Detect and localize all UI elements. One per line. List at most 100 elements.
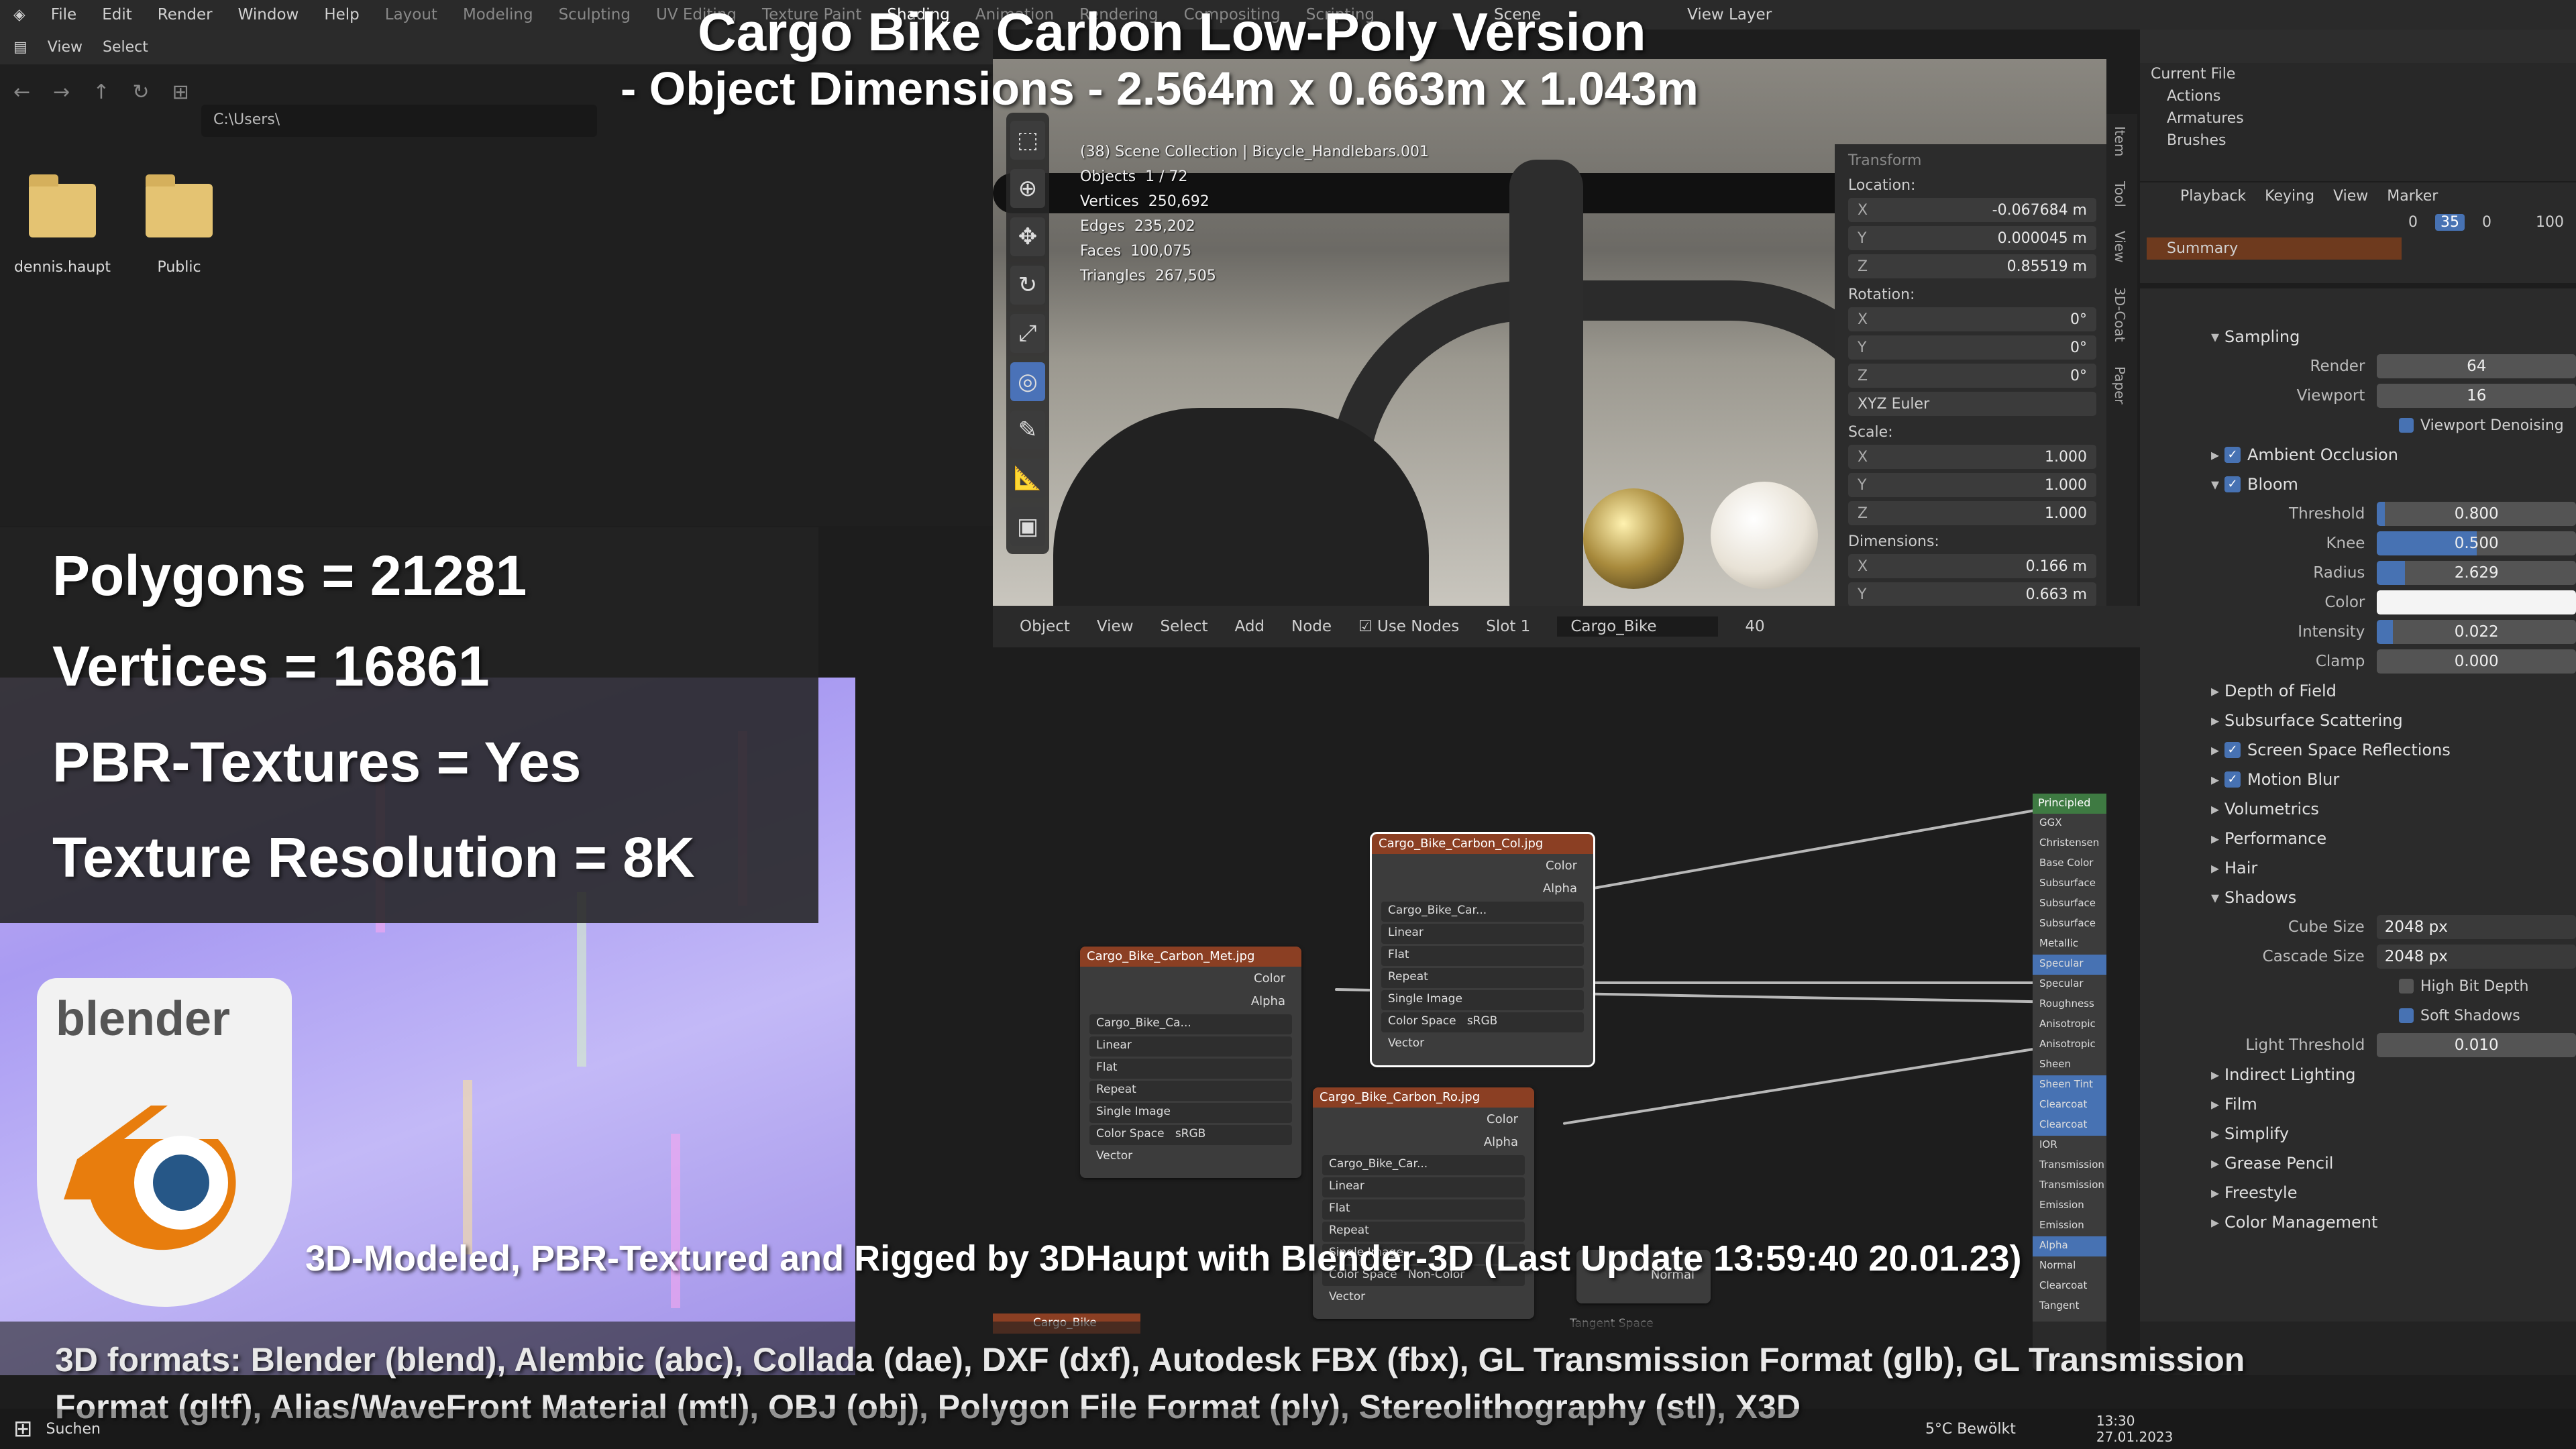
blender-menu-icon[interactable]: ◈ <box>13 6 25 23</box>
viewport-denoising-checkbox[interactable] <box>2399 418 2414 433</box>
tab-paper[interactable]: Paper <box>2106 354 2133 417</box>
viewport-samples-field[interactable]: 16 <box>2377 384 2576 408</box>
high-bit-depth-checkbox[interactable] <box>2399 979 2414 994</box>
bsdf-input-metallic[interactable]: Metallic <box>2033 934 2106 955</box>
tab-sculpting[interactable]: Sculpting <box>559 6 631 23</box>
current-frame[interactable]: 35 <box>2435 214 2465 231</box>
back-arrow-icon[interactable]: ← <box>13 80 30 104</box>
bloom-color-swatch[interactable] <box>2377 590 2576 614</box>
new-folder-icon[interactable]: ⊞ <box>172 80 189 104</box>
section-film[interactable]: ▸ Film <box>2171 1089 2576 1119</box>
windows-start-icon[interactable]: ⊞ <box>13 1415 33 1442</box>
scale-x-field[interactable]: X 1.000 <box>1848 445 2096 469</box>
principled-bsdf-node[interactable]: Principled GGX Christensen Base Color Su… <box>2033 794 2106 1371</box>
tab-modeling[interactable]: Modeling <box>463 6 533 23</box>
dimension-y-field[interactable]: Y 0.663 m <box>1848 582 2096 606</box>
add-cube-tool-icon[interactable]: ▣ <box>1010 507 1045 546</box>
interpolation-dropdown[interactable]: Linear <box>1381 924 1584 944</box>
bsdf-input[interactable]: Transmission <box>2033 1156 2106 1176</box>
parent-dir-icon[interactable]: ↑ <box>93 80 109 104</box>
extension-dropdown[interactable]: Repeat <box>1381 968 1584 988</box>
location-z-field[interactable]: Z 0.85519 m <box>1848 254 2096 278</box>
bloom-threshold-field[interactable]: 0.800 <box>2377 502 2576 526</box>
bloom-clamp-field[interactable]: 0.000 <box>2377 649 2576 674</box>
bsdf-input[interactable]: Subsurface <box>2033 914 2106 934</box>
output-color[interactable]: Color <box>1372 854 1593 877</box>
folder-item-public[interactable]: Public <box>129 174 229 276</box>
image-texture-node-roughness[interactable]: Cargo_Bike_Carbon_Ro.jpg Color Alpha Car… <box>1313 1087 1534 1319</box>
bsdf-input[interactable]: Specular <box>2033 975 2106 995</box>
bsdf-input-roughness[interactable]: Roughness <box>2033 995 2106 1015</box>
outliner-item-brushes[interactable]: Brushes <box>2140 129 2576 152</box>
output-color[interactable]: Color <box>1313 1108 1534 1130</box>
object-mode-dropdown[interactable]: Object <box>1020 618 1070 635</box>
output-color[interactable]: Color <box>1080 967 1301 989</box>
bsdf-input[interactable]: Anisotropic <box>2033 1015 2106 1035</box>
tab-view[interactable]: View <box>2106 219 2133 274</box>
view-layer-selector[interactable]: View Layer <box>1687 6 1772 23</box>
dimension-x-field[interactable]: X 0.166 m <box>1848 554 2096 578</box>
forward-arrow-icon[interactable]: → <box>53 80 70 104</box>
timeline-menu-keying[interactable]: Keying <box>2265 188 2314 205</box>
image-selector[interactable]: Cargo_Bike_Car... <box>1381 902 1584 922</box>
bsdf-input[interactable]: Subsurface <box>2033 894 2106 914</box>
location-y-field[interactable]: Y 0.000045 m <box>1848 226 2096 250</box>
bsdf-input[interactable]: Emission <box>2033 1196 2106 1216</box>
section-depth-of-field[interactable]: ▸ Depth of Field <box>2171 676 2576 706</box>
bsdf-input[interactable]: Tangent <box>2033 1297 2106 1317</box>
ne-menu-node[interactable]: Node <box>1291 618 1332 635</box>
source-dropdown[interactable]: Single Image <box>1089 1103 1292 1123</box>
bsdf-input[interactable]: Sheen Tint <box>2033 1075 2106 1095</box>
extension-dropdown[interactable]: Repeat <box>1089 1081 1292 1101</box>
clock[interactable]: 13:30 27.01.2023 <box>2096 1413 2174 1445</box>
timeline-menu-marker[interactable]: Marker <box>2387 188 2438 205</box>
render-samples-field[interactable]: 64 <box>2377 354 2576 378</box>
outliner-item-armatures[interactable]: Armatures <box>2140 107 2576 129</box>
high-bit-depth-row[interactable]: High Bit Depth <box>2171 971 2576 1001</box>
projection-dropdown[interactable]: Flat <box>1089 1059 1292 1079</box>
image-selector[interactable]: Cargo_Bike_Car... <box>1322 1155 1525 1175</box>
fb-menu-view[interactable]: View <box>48 39 83 56</box>
rotation-y-field[interactable]: Y 0° <box>1848 335 2096 360</box>
bsdf-input[interactable]: Clearcoat <box>2033 1277 2106 1297</box>
cube-size-dropdown[interactable]: 2048 px <box>2376 915 2576 939</box>
menu-edit[interactable]: Edit <box>102 6 132 23</box>
projection-dropdown[interactable]: Flat <box>1322 1199 1525 1220</box>
input-vector[interactable]: Vector <box>1381 1034 1584 1055</box>
image-texture-node-metallic[interactable]: Cargo_Bike_Carbon_Met.jpg Color Alpha Ca… <box>1080 947 1301 1178</box>
output-alpha[interactable]: Alpha <box>1080 989 1301 1012</box>
move-tool-icon[interactable]: ✥ <box>1010 217 1045 256</box>
cursor-tool-icon[interactable]: ⊕ <box>1010 169 1045 208</box>
bsdf-input[interactable]: Emission <box>2033 1216 2106 1236</box>
menu-render[interactable]: Render <box>158 6 213 23</box>
menu-help[interactable]: Help <box>324 6 359 23</box>
refresh-icon[interactable]: ↻ <box>132 80 149 104</box>
location-x-field[interactable]: X -0.067684 m <box>1848 198 2096 222</box>
section-motion-blur[interactable]: ▸ ✓ Motion Blur <box>2171 765 2576 794</box>
input-vector[interactable]: Vector <box>1322 1288 1525 1308</box>
bloom-knee-field[interactable]: 0.500 <box>2377 531 2576 555</box>
bsdf-input[interactable]: Transmission <box>2033 1176 2106 1196</box>
bloom-intensity-field[interactable]: 0.022 <box>2377 620 2576 644</box>
projection-dropdown[interactable]: Flat <box>1381 946 1584 966</box>
cascade-size-dropdown[interactable]: 2048 px <box>2376 945 2576 969</box>
bsdf-input[interactable]: IOR <box>2033 1136 2106 1156</box>
frame-start[interactable]: 0 <box>2408 214 2418 231</box>
bsdf-input[interactable]: GGX <box>2033 814 2106 834</box>
path-field[interactable]: C:\Users\ <box>201 105 597 137</box>
interpolation-dropdown[interactable]: Linear <box>1089 1036 1292 1057</box>
section-screen-space-reflections[interactable]: ▸ ✓ Screen Space Reflections <box>2171 735 2576 765</box>
measure-tool-icon[interactable]: 📐 <box>1010 459 1045 498</box>
rotation-x-field[interactable]: X 0° <box>1848 307 2096 331</box>
bsdf-input-alpha[interactable]: Alpha <box>2033 1236 2106 1256</box>
bloom-radius-field[interactable]: 2.629 <box>2377 561 2576 585</box>
section-color-management[interactable]: ▸ Color Management <box>2171 1208 2576 1237</box>
interpolation-dropdown[interactable]: Linear <box>1322 1177 1525 1197</box>
material-name-field[interactable]: Cargo_Bike <box>1557 616 1719 637</box>
input-vector[interactable]: Vector <box>1089 1147 1292 1167</box>
bsdf-input[interactable]: Anisotropic <box>2033 1035 2106 1055</box>
bsdf-input[interactable]: Clearcoat <box>2033 1095 2106 1116</box>
taskbar-search[interactable]: Suchen <box>46 1421 101 1438</box>
frame-end[interactable]: 100 <box>2536 214 2564 231</box>
tab-tool[interactable]: Tool <box>2106 169 2133 219</box>
